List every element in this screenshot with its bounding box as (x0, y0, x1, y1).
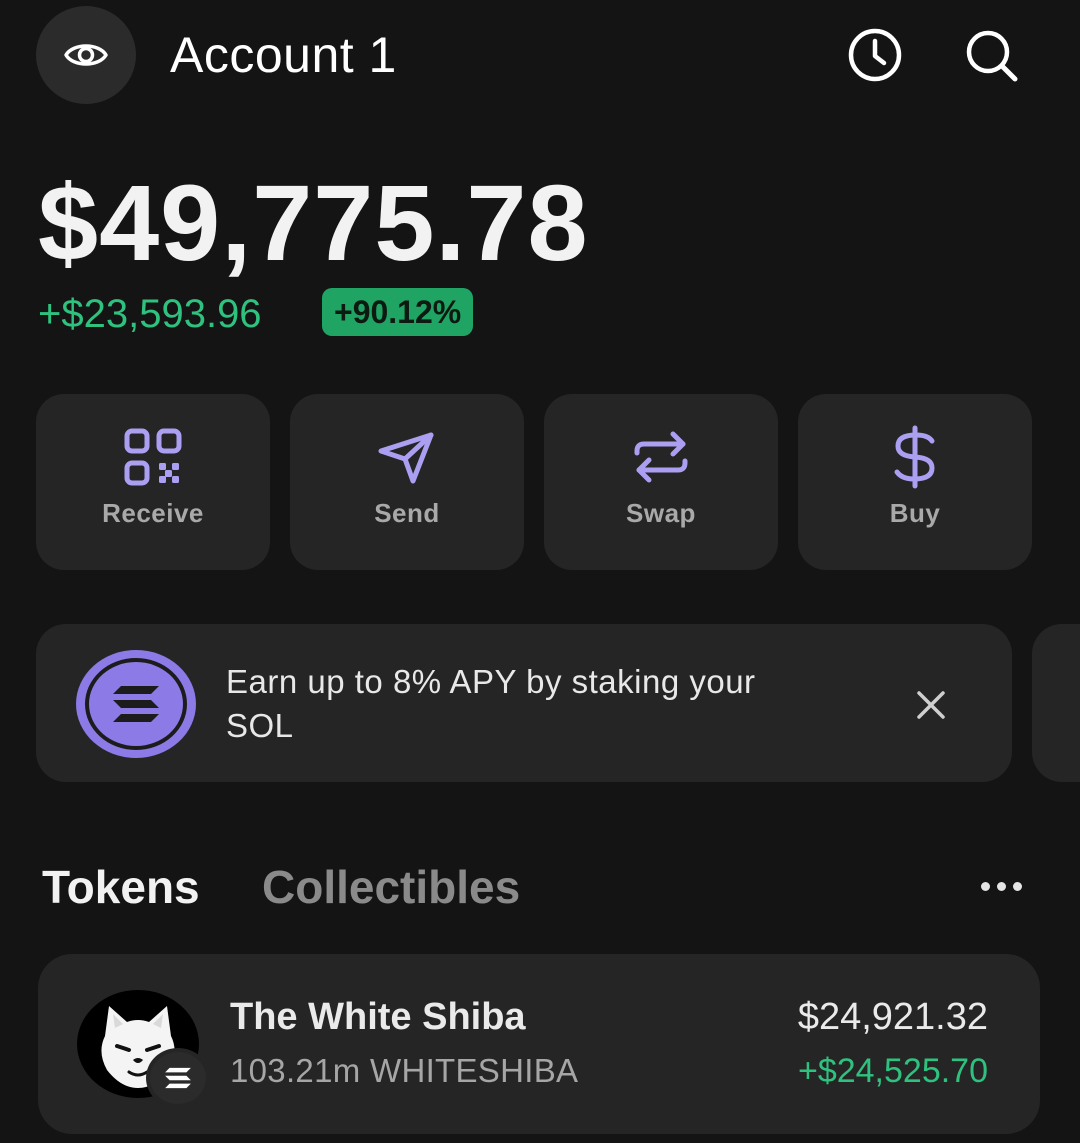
swap-icon (626, 422, 696, 492)
more-dot (980, 881, 990, 891)
tab-tokens[interactable]: Tokens (42, 860, 200, 914)
token-value: $24,921.32 (797, 996, 988, 1038)
dollar-icon (880, 422, 950, 492)
search-icon (966, 30, 1018, 82)
balance-change-percent-badge: +90.12% (322, 288, 474, 336)
solana-logo-icon (76, 650, 196, 758)
solana-chain-badge-icon (146, 1048, 210, 1108)
dismiss-promo-button[interactable] (906, 680, 956, 730)
search-button[interactable] (962, 26, 1020, 84)
more-options-button[interactable] (972, 866, 1030, 906)
promo-text: Earn up to 8% APY by staking your SOL (226, 663, 756, 744)
swap-label: Swap (626, 497, 696, 528)
receive-label: Receive (102, 497, 204, 528)
tab-collectibles[interactable]: Collectibles (262, 860, 520, 914)
total-balance: $49,775.78 (38, 162, 589, 283)
token-name: The White Shiba (230, 996, 526, 1038)
send-icon (372, 422, 442, 492)
more-dot (1012, 881, 1022, 891)
more-dot (996, 881, 1006, 891)
send-label: Send (374, 497, 440, 528)
account-name[interactable]: Account 1 (170, 26, 397, 84)
next-promo-card[interactable] (1032, 624, 1080, 782)
buy-label: Buy (889, 497, 941, 528)
receive-button[interactable]: Receive (36, 394, 270, 570)
swap-button[interactable]: Swap (544, 394, 778, 570)
hide-balance-button[interactable] (36, 6, 136, 104)
eye-icon (64, 44, 108, 66)
buy-button[interactable]: Buy (798, 394, 1032, 570)
close-icon (917, 691, 945, 719)
token-amount: 103.21m WHITESHIBA (230, 1052, 579, 1089)
balance-change-usd: +$23,593.96 (38, 292, 262, 336)
clock-icon (848, 28, 902, 82)
token-pnl: +$24,525.70 (797, 1052, 988, 1090)
qr-code-icon (118, 422, 188, 492)
send-button[interactable]: Send (290, 394, 524, 570)
history-button[interactable] (846, 26, 904, 84)
